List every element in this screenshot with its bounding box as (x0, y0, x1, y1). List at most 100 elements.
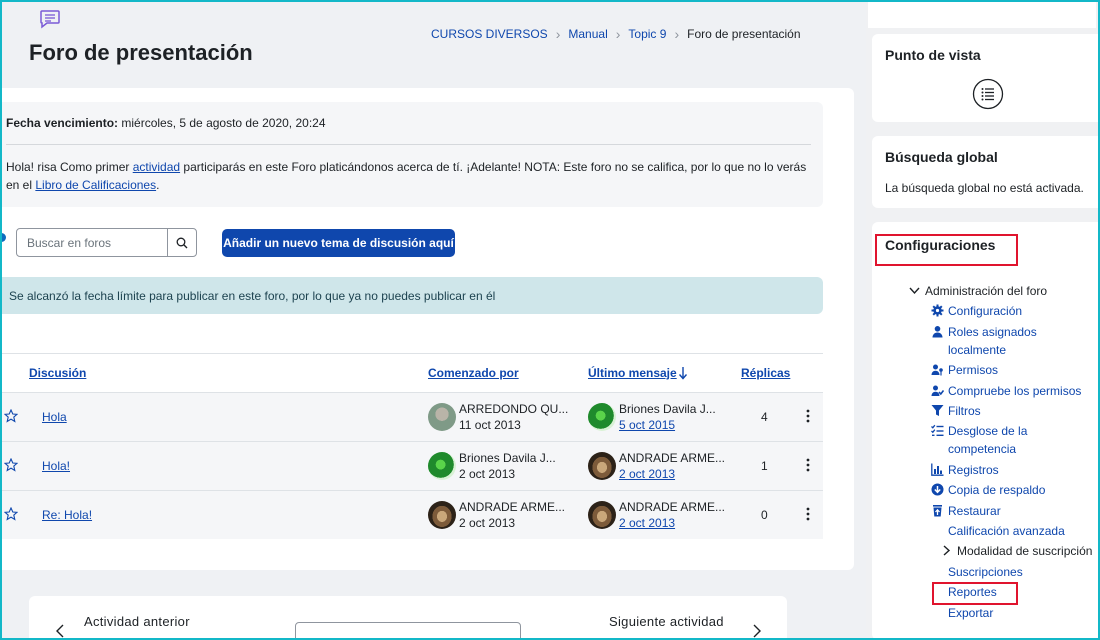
settings-item-exportar[interactable]: Exportar (948, 604, 993, 622)
avatar[interactable] (588, 403, 616, 431)
settings-item-label: Registros (948, 463, 999, 477)
settings-item-label: Configuración (948, 304, 1023, 318)
chevron-right-icon: › (555, 26, 561, 42)
settings-item-label: Roles asignados localmente (948, 325, 1037, 357)
deadline-alert: Se alcanzó la fecha límite para publicar… (0, 277, 823, 314)
author-name: Briones Davila J... (459, 451, 556, 465)
star-icon[interactable] (4, 458, 18, 472)
add-discussion-button[interactable]: Añadir un nuevo tema de discusión aquí (222, 229, 455, 257)
user-icon (932, 326, 943, 338)
author-name: ANDRADE ARME... (619, 500, 726, 514)
last-post: Briones Davila J... 5 oct 2015 (619, 401, 716, 433)
reply-count: 0 (761, 508, 768, 522)
table-row: Hola! Briones Davila J... 2 oct 2013 AND… (0, 441, 823, 490)
chevron-right-icon[interactable] (752, 624, 762, 638)
checklist-icon (931, 424, 944, 437)
settings-item-competencia[interactable]: Desglose de la competencia (931, 422, 1051, 458)
settings-title: Configuraciones (885, 237, 996, 253)
start-date: 11 oct 2013 (459, 418, 521, 432)
intro-text: . (156, 178, 160, 192)
settings-item-restaurar[interactable]: Restaurar (931, 502, 1001, 520)
due-date: Fecha vencimiento: miércoles, 5 de agost… (6, 116, 326, 130)
table-row: Re: Hola! ANDRADE ARME... 2 oct 2013 AND… (0, 490, 823, 539)
author-name: Briones Davila J... (619, 402, 716, 416)
more-actions-icon[interactable] (806, 458, 810, 472)
settings-item-suscripciones[interactable]: Suscripciones (948, 563, 1023, 581)
settings-item-permisos[interactable]: Permisos (931, 361, 998, 379)
main-content: Foro de presentación CURSOS DIVERSOS › M… (0, 0, 866, 640)
gear-icon (931, 304, 944, 317)
breadcrumb-link-manual[interactable]: Manual (568, 27, 607, 41)
settings-item-registros[interactable]: Registros (931, 461, 999, 479)
view-block: Punto de vista (872, 34, 1098, 122)
more-actions-icon[interactable] (806, 409, 810, 423)
settings-item-calificacion[interactable]: Calificación avanzada (948, 522, 1065, 540)
global-search-status: La búsqueda global no está activada. (885, 181, 1084, 195)
activity-link[interactable]: actividad (133, 160, 180, 174)
avatar[interactable] (428, 501, 456, 529)
last-post: ANDRADE ARME... 2 oct 2013 (619, 499, 725, 531)
last-post-date-link[interactable]: 5 oct 2015 (619, 417, 716, 433)
reply-count: 4 (761, 410, 768, 424)
previous-activity-label: Actividad anterior (84, 614, 190, 629)
breadcrumb-link-topic[interactable]: Topic 9 (628, 27, 666, 41)
star-icon[interactable] (4, 409, 18, 423)
started-by: ANDRADE ARME... 2 oct 2013 (459, 499, 565, 531)
gradebook-link[interactable]: Libro de Calificaciones (35, 178, 156, 192)
forum-intro: Hola! risa Como primer actividad partici… (6, 158, 812, 194)
breadcrumb-current: Foro de presentación (687, 27, 801, 41)
author-name: ANDRADE ARME... (459, 500, 566, 514)
avatar[interactable] (588, 452, 616, 480)
sort-discussion[interactable]: Discusión (29, 366, 86, 380)
star-icon[interactable] (4, 507, 18, 521)
table-row: Hola ARREDONDO QU... 11 oct 2013 Briones… (0, 392, 823, 441)
settings-item-label: Reportes (948, 585, 997, 599)
settings-item-reportes[interactable]: Reportes (948, 583, 997, 601)
chevron-down-icon (909, 287, 920, 295)
sort-started-by[interactable]: Comenzado por (428, 366, 519, 380)
settings-item-label: Desglose de la competencia (948, 424, 1028, 456)
divider (6, 144, 811, 145)
search-button[interactable] (167, 229, 196, 256)
due-value: miércoles, 5 de agosto de 2020, 20:24 (118, 116, 326, 130)
settings-item-suscripcion[interactable]: Modalidad de suscripción (940, 542, 1092, 560)
avatar[interactable] (428, 403, 456, 431)
search-input[interactable] (17, 229, 167, 256)
sort-last-post[interactable]: Último mensaje (588, 366, 677, 380)
start-date: 2 oct 2013 (459, 516, 516, 530)
users-check-icon (931, 385, 944, 396)
settings-item-configuracion[interactable]: Configuración (931, 302, 1022, 320)
table-header: Discusión Comenzado por Último mensaje R… (0, 353, 823, 392)
chevron-right-icon (943, 545, 951, 556)
filter-icon (931, 405, 944, 416)
intro-text: Hola! risa Como primer (6, 160, 133, 174)
settings-item-respaldo[interactable]: Copia de respaldo (931, 481, 1045, 499)
avatar[interactable] (428, 452, 456, 480)
sort-replies[interactable]: Réplicas (741, 366, 790, 380)
discussion-link[interactable]: Re: Hola! (42, 508, 92, 522)
breadcrumb-link-course[interactable]: CURSOS DIVERSOS (431, 27, 548, 41)
settings-item-filtros[interactable]: Filtros (931, 402, 981, 420)
settings-item-comprobar[interactable]: Compruebe los permisos (931, 382, 1081, 400)
view-block-title: Punto de vista (885, 47, 981, 63)
download-icon (931, 483, 944, 496)
search-icon (176, 237, 188, 248)
jump-to-select[interactable] (295, 622, 521, 640)
settings-item-label: Compruebe los permisos (948, 384, 1082, 398)
breadcrumb: CURSOS DIVERSOS › Manual › Topic 9 › For… (431, 26, 801, 42)
tree-root[interactable]: Administración del foro (908, 282, 1047, 300)
list-view-icon[interactable] (972, 78, 1004, 110)
global-search-title: Búsqueda global (885, 149, 998, 165)
settings-item-roles[interactable]: Roles asignados localmente (931, 323, 1051, 359)
avatar[interactable] (588, 501, 616, 529)
author-name: ARREDONDO QU... (459, 402, 569, 416)
started-by: ARREDONDO QU... 11 oct 2013 (459, 401, 568, 433)
last-post-date-link[interactable]: 2 oct 2013 (619, 466, 725, 482)
last-post-date-link[interactable]: 2 oct 2013 (619, 515, 725, 531)
discussion-link[interactable]: Hola! (42, 459, 70, 473)
discussion-link[interactable]: Hola (42, 410, 67, 424)
settings-item-label: Restaurar (948, 504, 1001, 518)
drawer-header (868, 2, 1096, 28)
chevron-left-icon[interactable] (55, 624, 65, 638)
more-actions-icon[interactable] (806, 507, 810, 521)
